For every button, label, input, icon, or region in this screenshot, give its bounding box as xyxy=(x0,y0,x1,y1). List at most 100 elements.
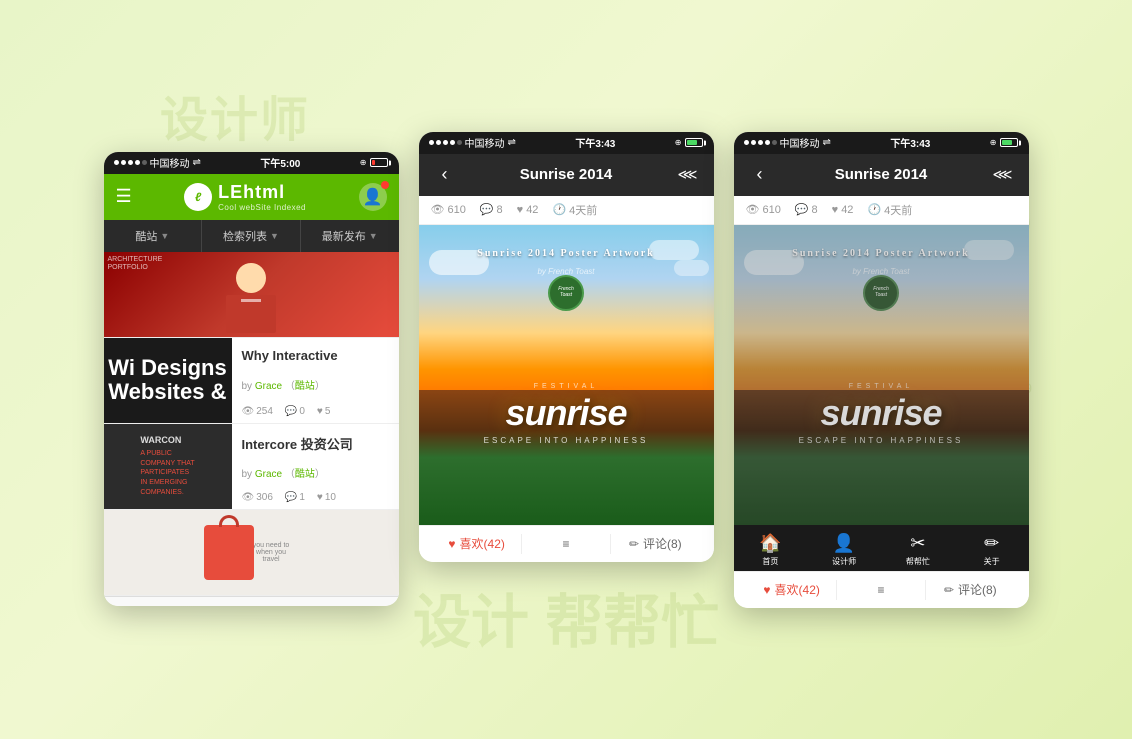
phone3-detail-header: ‹ Sunrise 2014 ⋘ xyxy=(734,154,1029,196)
phone3-stats-row: 👁 610 💬 8 ♥ 42 🕐 4天前 xyxy=(734,196,1029,225)
phone3-poster-image: Sunrise 2014 Poster Artwork by French To… xyxy=(734,225,1029,525)
like-count: ♥ 42 xyxy=(517,204,539,216)
signal-dot xyxy=(114,160,119,165)
face-shape xyxy=(236,263,266,293)
nav-home[interactable]: 🏠 首页 xyxy=(734,533,808,567)
carrier-label: 中国移动 xyxy=(150,155,190,170)
pencil-icon: ✏ xyxy=(629,537,639,551)
share-button[interactable]: ⋘ xyxy=(991,166,1015,183)
phone3-action-bar: ♥ 喜欢(42) ≡ ✏ 评论(8) xyxy=(734,571,1029,608)
time-ago: 🕐 4天前 xyxy=(552,202,597,218)
share-button[interactable]: ⋘ xyxy=(676,166,700,183)
wifi-icon: ⇌ xyxy=(508,137,516,148)
item-author: by Grace （酷站） xyxy=(242,465,389,480)
phone1-status-right: ⊕ xyxy=(360,158,389,167)
logo-icon: ℓ xyxy=(184,183,212,211)
like-button[interactable]: ♥ 喜欢(42) xyxy=(433,535,521,552)
chevron-down-icon: ▼ xyxy=(270,231,279,241)
nav-about-label: 关于 xyxy=(984,556,1000,567)
item-thumbnail: you need to when you travel xyxy=(104,510,399,595)
author-tag: 酷站 xyxy=(295,469,315,480)
item-stats: 👁 306 💬 1 ♥ 10 xyxy=(242,492,389,503)
nav-help-label: 帮帮忙 xyxy=(906,556,930,567)
phone3-status-bar: 中国移动 ⇌ 下午3:43 ⊕ xyxy=(734,132,1029,154)
bag-handle xyxy=(219,515,239,527)
list-item[interactable]: ARCHITECTUREPORTFOLIO Alexander by Zoey … xyxy=(104,252,399,338)
nav-item-cool-sites[interactable]: 酷站 ▼ xyxy=(104,220,203,252)
comment-stat: 💬 0 xyxy=(285,406,305,417)
back-button[interactable]: ‹ xyxy=(433,164,457,185)
back-button[interactable]: ‹ xyxy=(748,164,772,185)
logo-text-block: LEhtml Cool webSite Indexed xyxy=(218,182,306,212)
comment-stat: 💬 1 xyxy=(285,492,305,503)
page-title: Sunrise 2014 xyxy=(835,166,928,183)
like-label: 喜欢(42) xyxy=(775,581,820,598)
phone2-action-bar: ♥ 喜欢(42) ≡ ✏ 评论(8) xyxy=(419,525,714,562)
nav-help[interactable]: ✂ 帮帮忙 xyxy=(881,533,955,567)
comment-label: 评论(8) xyxy=(643,535,682,552)
nav-designer-label: 设计师 xyxy=(832,556,856,567)
signal-dot xyxy=(121,160,126,165)
thumb-content: WARCON A PUBLICCOMPANY THATPARTICIPATESI… xyxy=(140,434,194,498)
user-avatar-icon[interactable]: 👤 xyxy=(359,183,387,211)
chevron-down-icon: ▼ xyxy=(160,231,169,241)
menu-button[interactable]: ≡ xyxy=(837,583,925,597)
poster-main-text: festival sunrise escape into happiness xyxy=(484,383,649,445)
wifi-icon: ⇌ xyxy=(193,157,201,168)
poster-title: Sunrise 2014 Poster Artwork by French To… xyxy=(792,243,969,279)
comment-count: 💬 8 xyxy=(480,203,503,216)
phone-2: 中国移动 ⇌ 下午3:43 ⊕ ‹ Sunrise 2014 ⋘ 👁 610 💬… xyxy=(419,132,714,562)
charging-icon: ⊕ xyxy=(360,158,367,167)
phone3-time: 下午3:43 xyxy=(890,135,930,150)
thumb-label: ARCHITECTUREPORTFOLIO xyxy=(108,256,163,273)
heart-icon: ♥ xyxy=(448,537,455,551)
scissors-icon: ✂ xyxy=(910,533,925,554)
phone2-detail-header: ‹ Sunrise 2014 ⋘ xyxy=(419,154,714,196)
comment-button[interactable]: ✏ 评论(8) xyxy=(926,581,1014,598)
collar-shape xyxy=(241,299,261,302)
view-stat: 👁 306 xyxy=(242,492,273,503)
phone1-nav-bar: 酷站 ▼ 检索列表 ▼ 最新发布 ▼ xyxy=(104,220,399,252)
chevron-down-icon: ▼ xyxy=(369,231,378,241)
battery-icon xyxy=(685,138,703,147)
wifi-icon: ⇌ xyxy=(823,137,831,148)
phone1-app-header: ☰ ℓ LEhtml Cool webSite Indexed 👤 xyxy=(104,174,399,220)
phone1-time: 下午5:00 xyxy=(260,155,300,170)
like-count: ♥ 42 xyxy=(832,204,854,216)
charging-icon: ⊕ xyxy=(675,138,682,147)
nav-home-label: 首页 xyxy=(762,556,778,567)
poster-badge: FrenchToast xyxy=(548,275,584,311)
sunrise-poster: Sunrise 2014 Poster Artwork by French To… xyxy=(419,225,714,525)
view-count: 👁 610 xyxy=(746,203,781,216)
battery-fill xyxy=(372,160,375,165)
menu-icon: ≡ xyxy=(877,583,884,597)
hamburger-menu-icon[interactable]: ☰ xyxy=(116,186,132,207)
phone2-stats-row: 👁 610 💬 8 ♥ 42 🕐 4天前 xyxy=(419,196,714,225)
comment-button[interactable]: ✏ 评论(8) xyxy=(611,535,699,552)
list-item[interactable]: you need to when you travel PICPAC官网 by … xyxy=(104,510,399,596)
nav-designer[interactable]: 👤 设计师 xyxy=(807,533,881,567)
nav-item-latest[interactable]: 最新发布 ▼ xyxy=(301,220,399,252)
poster-main-text: festival sunrise escape into happiness xyxy=(799,383,964,445)
cloud-shape xyxy=(964,240,1014,260)
view-stat: 👁 254 xyxy=(242,406,273,417)
page-title: Sunrise 2014 xyxy=(520,166,613,183)
item-content: Why Interactive by Grace （酷站） 👁 254 💬 0 … xyxy=(232,338,399,423)
phone2-status-bar: 中国移动 ⇌ 下午3:43 ⊕ xyxy=(419,132,714,154)
pencil-icon: ✏ xyxy=(984,533,999,554)
thumb-content xyxy=(226,255,276,333)
list-item[interactable]: WARCON A PUBLICCOMPANY THATPARTICIPATESI… xyxy=(104,424,399,510)
list-item[interactable]: Wi DesignsWebsites & Why Interactive by … xyxy=(104,338,399,424)
menu-button[interactable]: ≡ xyxy=(522,537,610,551)
festival-label: festival xyxy=(484,383,649,390)
notification-dot xyxy=(381,181,389,189)
author-name: Grace xyxy=(255,469,282,480)
author-name: Grace xyxy=(255,381,282,392)
nav-item-index-list[interactable]: 检索列表 ▼ xyxy=(202,220,301,252)
brand-tagline: Cool webSite Indexed xyxy=(218,203,306,212)
like-button[interactable]: ♥ 喜欢(42) xyxy=(748,581,836,598)
avatar-person-icon: 👤 xyxy=(363,187,383,207)
nav-about[interactable]: ✏ 关于 xyxy=(955,533,1029,567)
badge-text: FrenchToast xyxy=(558,287,574,298)
watermark-text-1: 设计师 xyxy=(160,80,310,150)
